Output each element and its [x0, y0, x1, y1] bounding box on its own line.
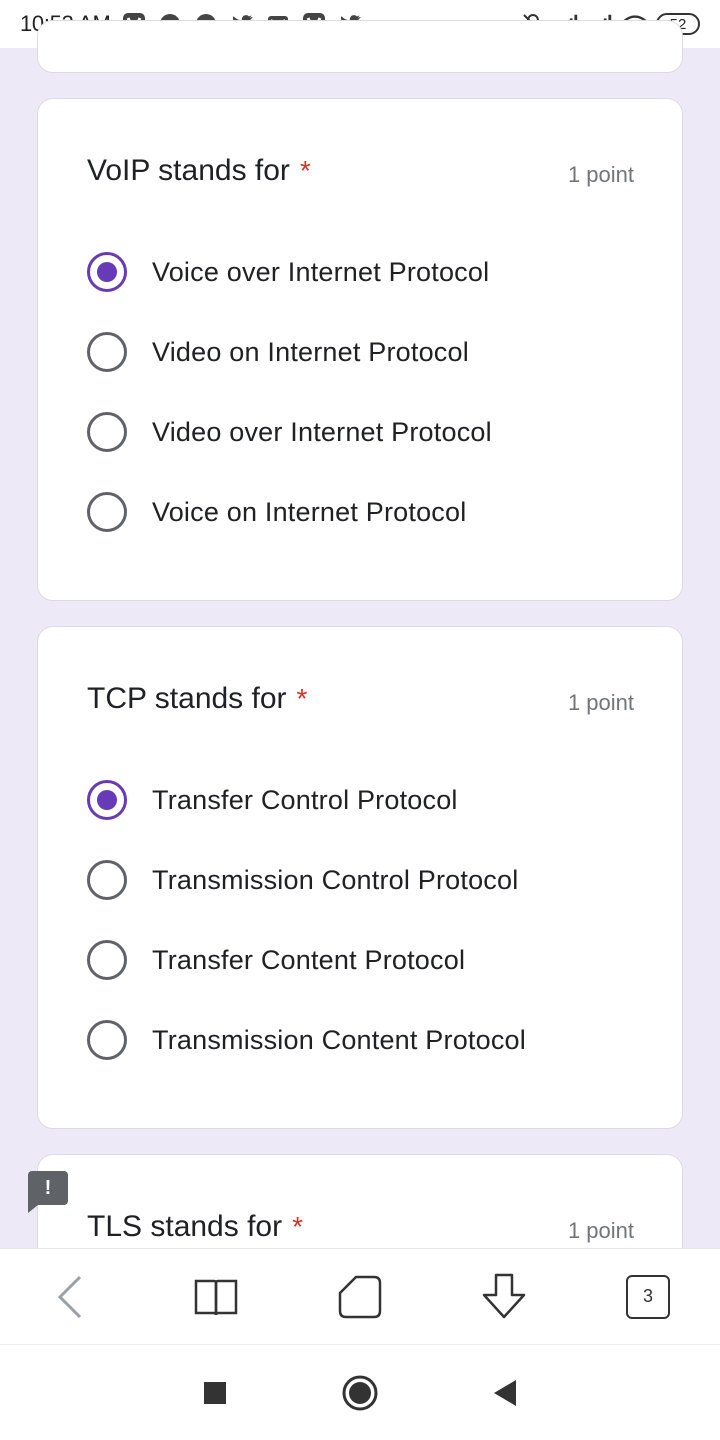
question-card-tcp: TCP stands for * 1 point Transfer Contro…: [37, 626, 683, 1129]
tabs-button[interactable]: 3: [612, 1261, 684, 1333]
radio-button[interactable]: [87, 1020, 127, 1060]
radio-button[interactable]: [87, 412, 127, 452]
radio-option-label[interactable]: Transfer Content Protocol: [152, 945, 465, 976]
radio-option-label[interactable]: Voice on Internet Protocol: [152, 497, 466, 528]
required-asterisk: *: [292, 1211, 303, 1242]
radio-option-label[interactable]: Voice over Internet Protocol: [152, 257, 489, 288]
radio-option[interactable]: Voice on Internet Protocol: [87, 487, 466, 537]
back-icon: [57, 1275, 82, 1318]
question-title-text: TCP stands for: [87, 682, 287, 715]
tabs-icon: 3: [626, 1274, 670, 1319]
radio-option[interactable]: Voice over Internet Protocol: [87, 247, 489, 297]
back-button[interactable]: [36, 1261, 108, 1333]
home-icon: [338, 1275, 382, 1318]
question-points: 1 point: [567, 162, 634, 187]
back-triangle-icon: [494, 1379, 516, 1406]
radio-button[interactable]: [87, 860, 127, 900]
download-button[interactable]: [468, 1261, 540, 1333]
question-title: VoIP stands for *: [87, 154, 311, 188]
radio-option[interactable]: Video over Internet Protocol: [87, 407, 492, 457]
home-nav-button[interactable]: [335, 1368, 385, 1418]
radio-option[interactable]: Transfer Content Protocol: [87, 935, 465, 985]
radio-option[interactable]: Transfer Control Protocol: [70, 763, 458, 843]
back-nav-button[interactable]: [480, 1368, 530, 1418]
radio-option-label[interactable]: Video on Internet Protocol: [152, 337, 469, 368]
browser-toolbar: 3: [0, 1248, 720, 1344]
radio-option-label[interactable]: Transmission Control Protocol: [152, 865, 518, 896]
radio-button[interactable]: [87, 332, 127, 372]
required-asterisk: *: [296, 683, 308, 714]
question-card-voip: VoIP stands for * 1 point Voice over Int…: [37, 98, 683, 601]
radio-button[interactable]: [87, 940, 127, 980]
radio-option-label[interactable]: Video over Internet Protocol: [152, 417, 492, 448]
question-points: 1 point: [567, 1218, 634, 1243]
required-asterisk: *: [299, 155, 311, 186]
radio-button[interactable]: [87, 492, 127, 532]
radio-option[interactable]: Transmission Content Protocol: [87, 1015, 526, 1065]
feedback-label: !: [44, 1176, 52, 1199]
recents-icon: [204, 1381, 226, 1404]
reader-button[interactable]: [180, 1261, 252, 1333]
previous-question-card: [37, 20, 683, 73]
recents-button[interactable]: [190, 1368, 240, 1418]
radio-option[interactable]: Transmission Control Protocol: [87, 855, 518, 905]
radio-option[interactable]: Video on Internet Protocol: [87, 327, 469, 377]
focus-halo: [70, 763, 150, 843]
system-nav-bar: [0, 1344, 720, 1440]
question-title: TLS stands for *: [87, 1210, 303, 1244]
question-points: 1 point: [567, 690, 634, 715]
download-icon: [482, 1273, 526, 1318]
radio-option-label[interactable]: Transmission Content Protocol: [152, 1025, 526, 1056]
radio-button-checked[interactable]: [70, 763, 150, 843]
radio-button-checked[interactable]: [87, 252, 127, 292]
question-title: TCP stands for *: [87, 682, 307, 716]
home-circle-icon: [342, 1375, 378, 1410]
question-title-text: VoIP stands for: [87, 154, 290, 187]
reader-icon: [194, 1279, 238, 1315]
question-title-text: TLS stands for: [87, 1210, 283, 1243]
feedback-exclamation-icon[interactable]: !: [28, 1171, 68, 1213]
radio-option-label[interactable]: Transfer Control Protocol: [152, 785, 458, 816]
home-button[interactable]: [324, 1261, 396, 1333]
